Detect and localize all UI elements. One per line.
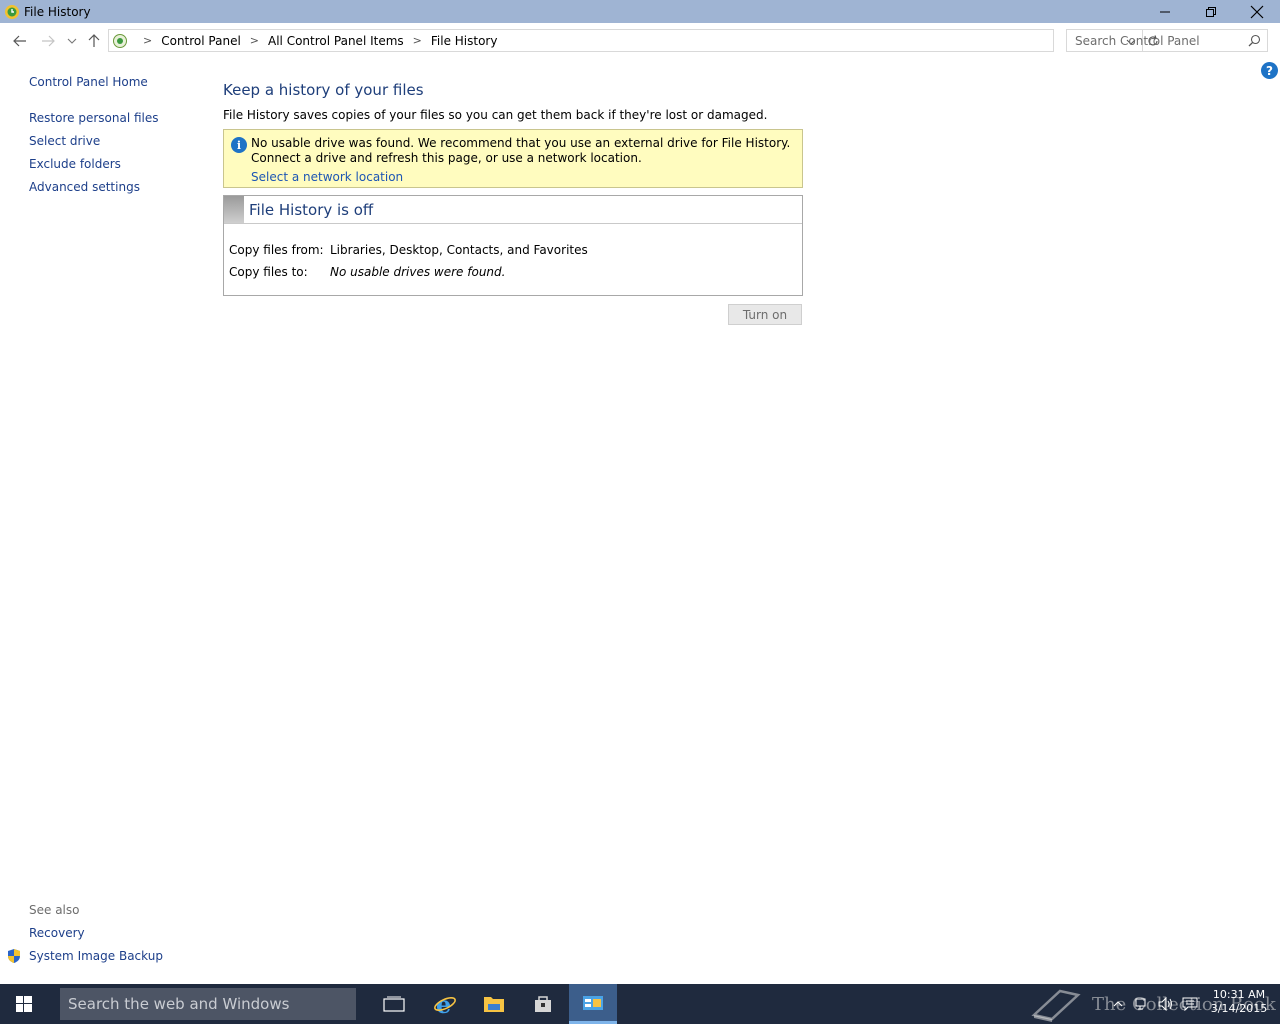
copy-from-value: Libraries, Desktop, Contacts, and Favori… (330, 243, 588, 257)
minimize-icon (1160, 11, 1170, 12)
control-panel-icon (583, 995, 603, 1010)
info-icon: i (231, 137, 247, 153)
warning-text: No usable drive was found. We recommend … (251, 136, 791, 165)
sidebar-item-restore-personal-files[interactable]: Restore personal files (29, 111, 159, 125)
taskbar-search-box[interactable]: Search the web and Windows (60, 988, 356, 1020)
notification-icon (1182, 997, 1198, 1011)
network-button[interactable] (1130, 984, 1154, 1024)
search-icon[interactable] (1248, 34, 1261, 47)
minimize-button[interactable] (1142, 0, 1188, 23)
taskbar: Search the web and Windows e The Collect… (0, 984, 1280, 1024)
status-indicator (224, 196, 244, 223)
taskbar-clock[interactable]: 10:31 AM 3/14/2015 (1208, 988, 1270, 1016)
status-title: File History is off (249, 201, 374, 219)
see-also-system-image-backup-link[interactable]: System Image Backup (29, 949, 163, 963)
see-also-recovery-link[interactable]: Recovery (29, 926, 85, 940)
internet-explorer-icon: e (434, 992, 456, 1016)
forward-button[interactable] (38, 31, 58, 51)
book-icon (1031, 989, 1081, 1022)
task-view-icon (383, 996, 405, 1012)
recent-locations-button[interactable] (62, 31, 82, 51)
page-description: File History saves copies of your files … (223, 108, 768, 122)
search-box[interactable] (1066, 29, 1268, 52)
task-view-button[interactable] (370, 984, 418, 1024)
close-icon (1250, 5, 1264, 18)
chevron-down-icon (67, 38, 77, 44)
select-network-location-link[interactable]: Select a network location (251, 170, 403, 184)
chevron-right-icon[interactable]: > (413, 34, 422, 47)
status-header: File History is off (224, 196, 802, 224)
search-input[interactable] (1075, 33, 1245, 48)
back-arrow-icon (13, 35, 26, 47)
see-also-heading: See also (29, 903, 80, 917)
copy-to-label: Copy files to: (229, 265, 308, 279)
clock-date: 3/14/2015 (1210, 1002, 1268, 1015)
folder-icon (484, 997, 504, 1012)
breadcrumb-file-history[interactable]: File History (431, 34, 498, 48)
file-history-app-icon (5, 4, 19, 19)
chevron-right-icon[interactable]: > (250, 34, 259, 47)
up-button[interactable] (84, 31, 104, 51)
svg-text:e: e (436, 992, 451, 1016)
forward-arrow-icon (42, 35, 55, 47)
copy-from-label: Copy files from: (229, 243, 324, 257)
page-title: Keep a history of your files (223, 81, 424, 99)
copy-to-value: No usable drives were found. (330, 265, 506, 279)
chevron-up-icon (1113, 1001, 1123, 1007)
taskbar-store[interactable] (519, 984, 567, 1024)
restore-button[interactable] (1188, 0, 1234, 23)
turn-on-button[interactable]: Turn on (728, 304, 802, 325)
control-panel-icon (113, 33, 127, 48)
show-hidden-icons-button[interactable] (1106, 984, 1130, 1024)
breadcrumb-all-items[interactable]: All Control Panel Items (268, 34, 404, 48)
back-button[interactable] (10, 31, 30, 51)
help-icon[interactable]: ? (1261, 62, 1278, 79)
start-button[interactable] (0, 984, 48, 1024)
store-icon (535, 996, 551, 1012)
address-box[interactable]: > Control Panel > All Control Panel Item… (108, 29, 1158, 52)
sidebar-item-control-panel-home[interactable]: Control Panel Home (29, 75, 148, 89)
clock-time: 10:31 AM (1212, 988, 1266, 1001)
status-panel: File History is off Copy files from: Lib… (223, 195, 803, 296)
windows-logo-icon (16, 996, 32, 1012)
navigation-bar: > Control Panel > All Control Panel Item… (0, 27, 1280, 55)
taskbar-internet-explorer[interactable]: e (421, 984, 469, 1024)
up-arrow-icon (88, 34, 100, 47)
taskbar-file-explorer[interactable] (470, 984, 518, 1024)
shield-icon (8, 949, 20, 963)
sidebar-item-select-drive[interactable]: Select drive (29, 134, 100, 148)
chevron-right-icon: > (143, 34, 153, 47)
network-icon (1135, 998, 1146, 1010)
volume-button[interactable] (1154, 984, 1178, 1024)
volume-icon (1158, 997, 1172, 1011)
taskbar-control-panel[interactable] (569, 984, 617, 1024)
action-center-button[interactable] (1178, 984, 1202, 1024)
sidebar-item-advanced-settings[interactable]: Advanced settings (29, 180, 140, 194)
breadcrumb-control-panel[interactable]: Control Panel (161, 34, 241, 48)
system-tray (1106, 984, 1202, 1024)
restore-icon (1206, 6, 1216, 17)
close-button[interactable] (1234, 0, 1280, 23)
title-bar: File History (0, 0, 1280, 23)
no-drive-warning: i No usable drive was found. We recommen… (223, 129, 803, 188)
window-title: File History (24, 4, 91, 19)
sidebar-item-exclude-folders[interactable]: Exclude folders (29, 157, 121, 171)
